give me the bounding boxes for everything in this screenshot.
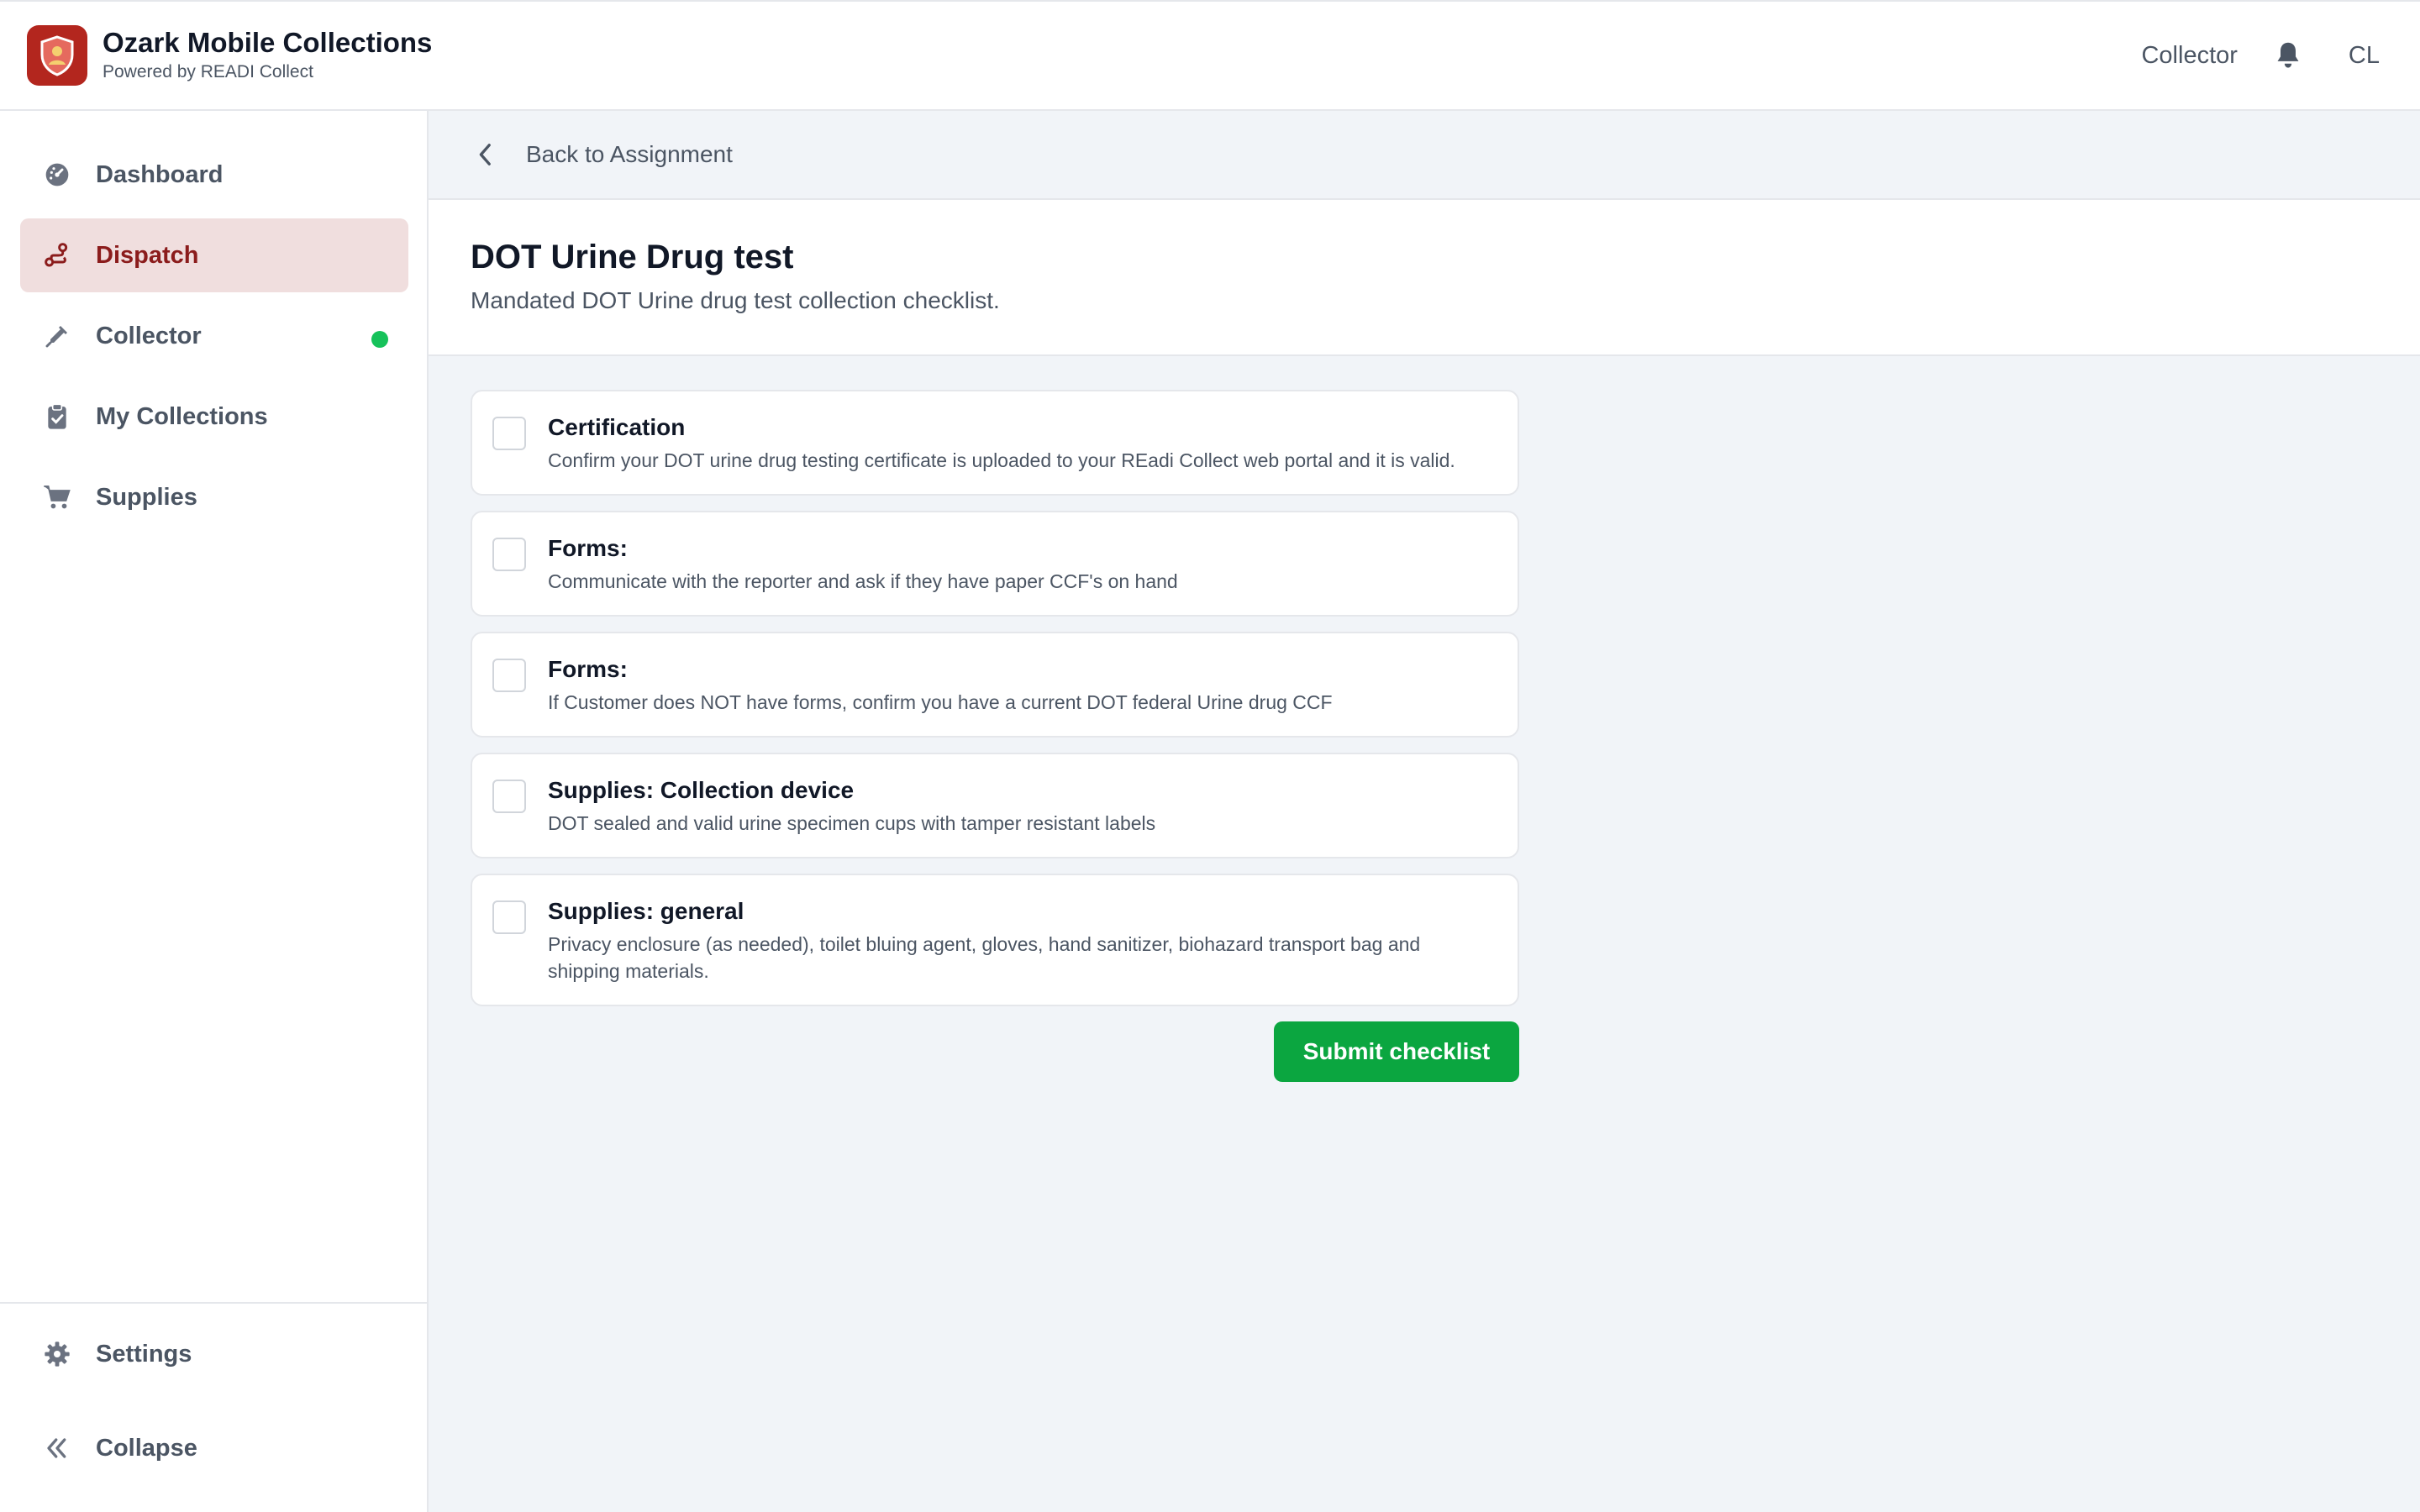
chevron-left-icon	[472, 141, 499, 168]
header-right: Collector CL	[2141, 2, 2380, 109]
main-content: Back to Assignment DOT Urine Drug test M…	[429, 111, 2420, 1512]
checklist-item-collection-device: Supplies: Collection device DOT sealed a…	[471, 753, 1519, 858]
sidebar-item-label: Dashboard	[96, 160, 224, 188]
checklist-item-title: Forms:	[548, 656, 628, 682]
checklist-item-supplies-general: Supplies: general Privacy enclosure (as …	[471, 874, 1519, 1006]
checklist: Certification Confirm your DOT urine dru…	[471, 390, 1519, 1082]
checklist-checkbox[interactable]	[492, 538, 526, 571]
checklist-item-title: Forms:	[548, 535, 628, 561]
brand: Ozark Mobile Collections Powered by READ…	[103, 26, 432, 85]
sidebar-item-label: Dispatch	[96, 241, 199, 269]
back-to-assignment-link[interactable]: Back to Assignment	[429, 111, 2420, 200]
sidebar-item-dashboard[interactable]: Dashboard	[20, 138, 408, 212]
role-label[interactable]: Collector	[2141, 42, 2237, 70]
sidebar-item-settings[interactable]: Settings	[20, 1317, 407, 1391]
gauge-icon	[42, 160, 72, 190]
page-title: DOT Urine Drug test	[471, 239, 794, 276]
sidebar-item-collapse[interactable]: Collapse	[20, 1411, 407, 1485]
checklist-checkbox[interactable]	[492, 780, 526, 813]
sidebar-nav: Dashboard Dispatch Collector My Collecti…	[20, 138, 408, 541]
sidebar-footer: Settings Collapse	[0, 1302, 427, 1512]
checklist-checkbox[interactable]	[492, 417, 526, 450]
page-header: DOT Urine Drug test Mandated DOT Urine d…	[429, 200, 2420, 356]
checklist-item-description: Confirm your DOT urine drug testing cert…	[548, 449, 1455, 471]
app-title: Ozark Mobile Collections	[103, 27, 433, 58]
sidebar-item-label: Collapse	[96, 1434, 197, 1462]
double-chevron-left-icon	[42, 1433, 72, 1463]
checklist-item-title: Certification	[548, 414, 686, 440]
shield-person-icon[interactable]	[27, 25, 87, 86]
clipboard-check-icon	[42, 402, 72, 432]
sidebar-item-label: Supplies	[96, 483, 197, 511]
route-icon	[42, 240, 72, 270]
bell-icon[interactable]	[2271, 39, 2305, 72]
sidebar-item-label: Settings	[96, 1340, 192, 1368]
submit-row: Submit checklist	[471, 1021, 1519, 1082]
online-status-dot	[371, 331, 388, 348]
checklist-checkbox[interactable]	[492, 659, 526, 692]
checklist-item-title: Supplies: Collection device	[548, 777, 855, 803]
checklist-item-forms-ccf: Forms: If Customer does NOT have forms, …	[471, 632, 1519, 738]
checklist-item-description: Communicate with the reporter and ask if…	[548, 570, 1178, 592]
checklist-item-title: Supplies: general	[548, 898, 744, 924]
sidebar-item-my-collections[interactable]: My Collections	[20, 380, 408, 454]
sidebar-item-dispatch[interactable]: Dispatch	[20, 218, 408, 292]
sidebar: Dashboard Dispatch Collector My Collecti…	[0, 111, 429, 1512]
cart-icon	[42, 482, 72, 512]
checklist-item-description: DOT sealed and valid urine specimen cups…	[548, 812, 1156, 834]
checklist-item-description: Privacy enclosure (as needed), toilet bl…	[548, 933, 1421, 982]
sidebar-item-label: Collector	[96, 322, 202, 349]
user-avatar[interactable]: CL	[2349, 42, 2380, 70]
gear-icon	[42, 1339, 72, 1369]
checklist-item-forms-reporter: Forms: Communicate with the reporter and…	[471, 511, 1519, 617]
syringe-icon	[42, 321, 72, 351]
sidebar-item-collector[interactable]: Collector	[20, 299, 408, 373]
sidebar-item-label: My Collections	[96, 402, 268, 430]
back-label: Back to Assignment	[526, 141, 733, 167]
submit-checklist-button[interactable]: Submit checklist	[1274, 1021, 1519, 1082]
checklist-item-description: If Customer does NOT have forms, confirm…	[548, 691, 1333, 713]
top-header: Ozark Mobile Collections Powered by READ…	[0, 0, 2420, 111]
page-subtitle: Mandated DOT Urine drug test collection …	[471, 287, 1000, 313]
checklist-checkbox[interactable]	[492, 900, 526, 934]
sidebar-item-supplies[interactable]: Supplies	[20, 460, 408, 534]
checklist-item-certification: Certification Confirm your DOT urine dru…	[471, 390, 1519, 496]
app-subtitle: Powered by READI Collect	[103, 62, 313, 81]
